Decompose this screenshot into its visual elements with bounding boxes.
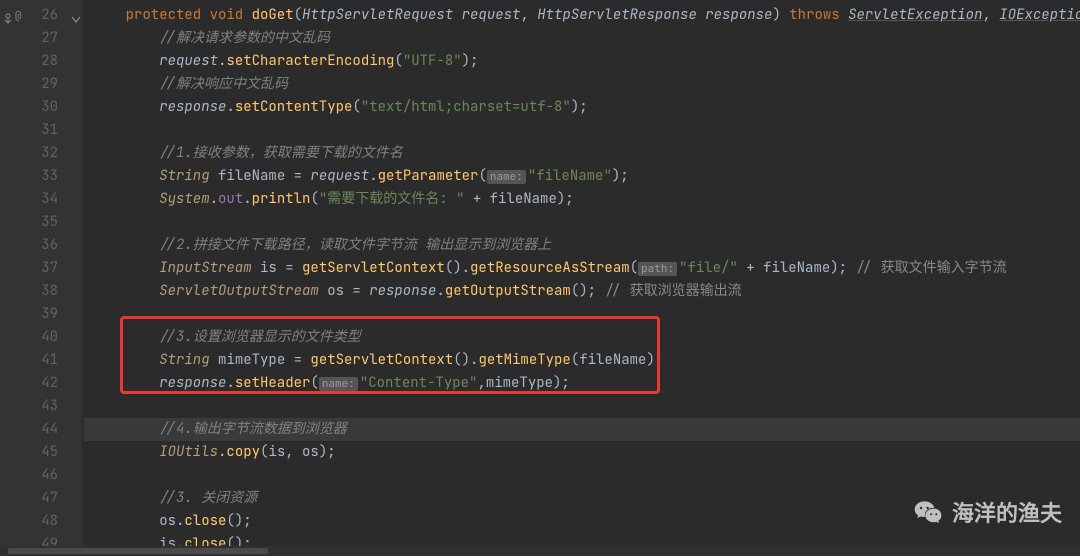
override-icon[interactable] [2,10,14,22]
gutter-line[interactable]: 37 [0,257,68,280]
gutter-line[interactable]: 39 [0,303,68,326]
code-line[interactable]: //解决请求参数的中文乱码 [84,27,1080,50]
code-line[interactable] [84,395,1080,418]
code-line[interactable]: //4.输出字节流数据到浏览器 [84,418,1080,441]
gutter-line[interactable]: 43 [0,395,68,418]
watermark: 海洋的渔夫 [912,496,1062,528]
code-editor[interactable]: 26@2728293031323334353637383940414243444… [0,0,1080,556]
code-line[interactable]: ServletOutputStream os = response.getOut… [84,280,1080,303]
gutter-line[interactable]: 33 [0,165,68,188]
code-line[interactable]: IOUtils.copy(is, os); [84,441,1080,464]
wechat-icon [912,496,944,528]
annotation-at-icon[interactable]: @ [15,10,27,22]
gutter: 26@2728293031323334353637383940414243444… [0,0,68,556]
code-line[interactable]: //1.接收参数，获取需要下载的文件名 [84,142,1080,165]
code-line[interactable]: //3.设置浏览器显示的文件类型 [84,326,1080,349]
parameter-hint: name: [487,170,526,184]
code-line[interactable]: String mimeType = getServletContext().ge… [84,349,1080,372]
code-line[interactable]: response.setContentType("text/html;chars… [84,96,1080,119]
gutter-line[interactable]: 40 [0,326,68,349]
gutter-line[interactable]: 29 [0,73,68,96]
code-line[interactable]: response.setHeader(name:"Content-Type",m… [84,372,1080,395]
gutter-line[interactable]: 26@ [0,4,68,27]
gutter-line[interactable]: 35 [0,211,68,234]
fold-strip [68,0,82,556]
code-line[interactable]: //2.拼接文件下载路径，读取文件字节流 输出显示到浏览器上 [84,234,1080,257]
gutter-line[interactable]: 34 [0,188,68,211]
gutter-line[interactable]: 41 [0,349,68,372]
horizontal-scrollbar[interactable] [0,546,1080,556]
code-line[interactable]: System.out.println("需要下载的文件名: " + fileNa… [84,188,1080,211]
gutter-line[interactable]: 28 [0,50,68,73]
gutter-line[interactable]: 48 [0,510,68,533]
gutter-line[interactable]: 47 [0,487,68,510]
gutter-line[interactable]: 36 [0,234,68,257]
code-line[interactable] [84,211,1080,234]
code-line[interactable]: request.setCharacterEncoding("UTF-8"); [84,50,1080,73]
fold-collapse-icon[interactable] [72,11,80,20]
gutter-line[interactable]: 27 [0,27,68,50]
code-line[interactable] [84,464,1080,487]
parameter-hint: name: [319,377,358,391]
code-line[interactable] [84,119,1080,142]
gutter-line[interactable]: 38 [0,280,68,303]
code-line[interactable]: String fileName = request.getParameter(n… [84,165,1080,188]
gutter-line[interactable]: 30 [0,96,68,119]
gutter-line[interactable]: 31 [0,119,68,142]
code-line[interactable]: InputStream is = getServletContext().get… [84,257,1080,280]
gutter-line[interactable]: 32 [0,142,68,165]
scrollbar-thumb[interactable] [8,548,268,554]
parameter-hint: path: [638,262,677,276]
code-area[interactable]: protected void doGet(HttpServletRequest … [84,0,1080,556]
watermark-text: 海洋的渔夫 [952,496,1062,528]
gutter-line[interactable]: 46 [0,464,68,487]
gutter-line[interactable]: 45 [0,441,68,464]
code-line[interactable] [84,303,1080,326]
code-line[interactable]: //解决响应中文乱码 [84,73,1080,96]
code-line[interactable]: protected void doGet(HttpServletRequest … [84,4,1080,27]
gutter-line[interactable]: 42 [0,372,68,395]
gutter-line[interactable]: 44 [0,418,68,441]
